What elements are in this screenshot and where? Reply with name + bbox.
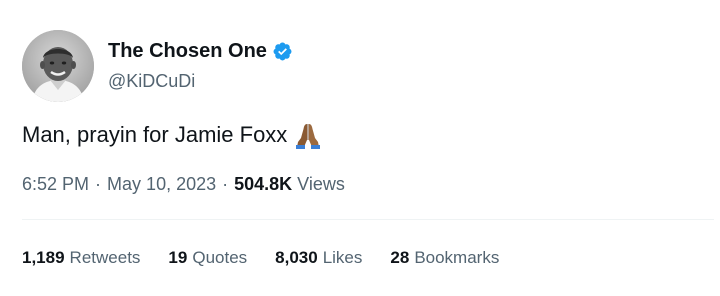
tweet-text: Man, prayin for Jamie Foxx (22, 120, 323, 150)
views-label[interactable]: Views (297, 172, 345, 196)
views-count[interactable]: 504.8K (234, 172, 292, 196)
stat-likes[interactable]: 8,030 Likes (275, 247, 362, 269)
stat-count: 28 (390, 248, 410, 267)
stat-label: Retweets (69, 248, 141, 267)
stat-label: Bookmarks (414, 248, 500, 267)
tweet-time[interactable]: 6:52 PM (22, 172, 89, 196)
folded-hands-icon (293, 120, 323, 150)
avatar-photo-icon (22, 30, 94, 102)
tweet-body: Man, prayin for Jamie Foxx (22, 122, 288, 147)
display-name[interactable]: The Chosen One (108, 39, 267, 63)
stat-count: 1,189 (22, 248, 65, 267)
stat-quotes[interactable]: 19 Quotes (168, 247, 247, 269)
separator: · (95, 174, 102, 194)
avatar[interactable] (22, 30, 94, 102)
tweet-card: The Chosen One @KiDCuDi Man, prayin for … (0, 0, 720, 296)
stat-label: Likes (322, 248, 363, 267)
handle[interactable]: @KiDCuDi (108, 69, 293, 93)
tweet-date[interactable]: May 10, 2023 (107, 172, 216, 196)
stat-retweets[interactable]: 1,189 Retweets (22, 247, 140, 269)
engagement-stats: 1,189 Retweets 19 Quotes 8,030 Likes 28 … (22, 247, 527, 269)
author-names: The Chosen One @KiDCuDi (108, 39, 293, 93)
stat-label: Quotes (192, 248, 248, 267)
verified-badge-icon[interactable] (272, 41, 293, 62)
stat-bookmarks[interactable]: 28 Bookmarks (390, 247, 499, 269)
name-row: The Chosen One (108, 39, 293, 63)
tweet-meta: 6:52 PM · May 10, 2023 · 504.8K Views (22, 172, 345, 196)
separator: · (222, 174, 229, 194)
stat-count: 8,030 (275, 248, 318, 267)
tweet-header: The Chosen One @KiDCuDi (22, 30, 293, 102)
divider (22, 219, 714, 220)
stat-count: 19 (168, 248, 188, 267)
